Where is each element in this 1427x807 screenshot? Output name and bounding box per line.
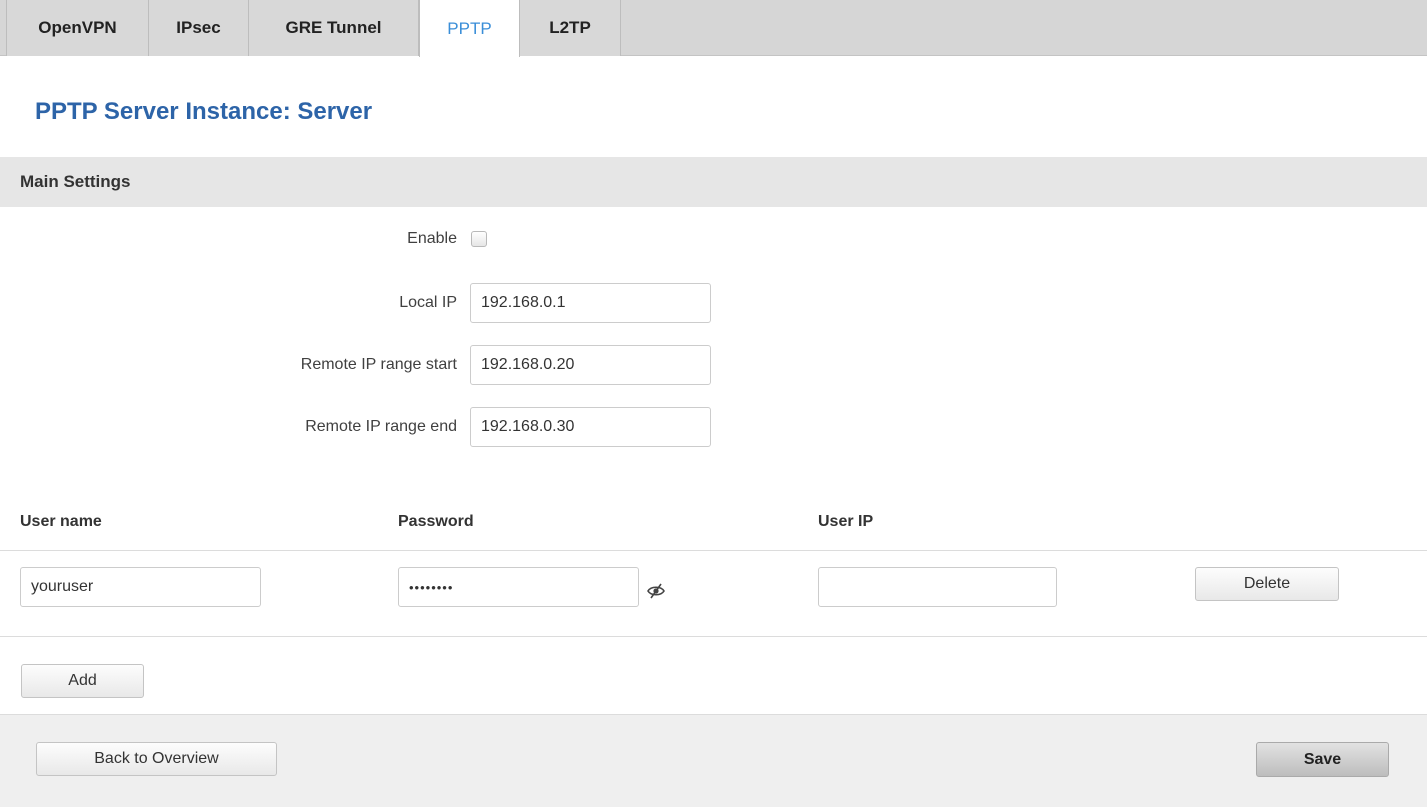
eye-slash-icon[interactable] [646, 581, 666, 601]
enable-label: Enable [407, 230, 457, 247]
pptp-server-page: OpenVPN IPsec GRE Tunnel PPTP L2TP PPTP … [0, 0, 1427, 807]
back-to-overview-button[interactable]: Back to Overview [36, 742, 277, 776]
remote-ip-end-input[interactable] [470, 407, 711, 447]
column-password: Password [398, 513, 474, 530]
password-input[interactable] [398, 567, 639, 607]
column-user-ip: User IP [818, 513, 874, 530]
user-ip-input[interactable] [818, 567, 1057, 607]
remote-ip-start-input[interactable] [470, 345, 711, 385]
tab-pptp[interactable]: PPTP [419, 0, 520, 57]
remote-ip-end-label: Remote IP range end [305, 418, 457, 435]
local-ip-label: Local IP [399, 294, 457, 311]
remote-ip-start-label: Remote IP range start [300, 356, 457, 373]
tab-ipsec[interactable]: IPsec [149, 0, 249, 56]
tab-openvpn[interactable]: OpenVPN [6, 0, 149, 56]
delete-button[interactable]: Delete [1195, 567, 1339, 601]
add-button[interactable]: Add [21, 664, 144, 698]
column-user-name: User name [20, 513, 102, 530]
main-settings-header: Main Settings [0, 157, 1427, 207]
tab-l2tp[interactable]: L2TP [520, 0, 621, 56]
local-ip-input[interactable] [470, 283, 711, 323]
tab-gre-tunnel[interactable]: GRE Tunnel [249, 0, 419, 56]
save-button[interactable]: Save [1256, 742, 1389, 777]
username-input[interactable] [20, 567, 261, 607]
enable-checkbox[interactable] [471, 231, 487, 247]
page-title: PPTP Server Instance: Server [35, 98, 373, 125]
vpn-tabs: OpenVPN IPsec GRE Tunnel PPTP L2TP [0, 0, 1427, 57]
users-table-header: User name Password User IP [0, 497, 1427, 551]
